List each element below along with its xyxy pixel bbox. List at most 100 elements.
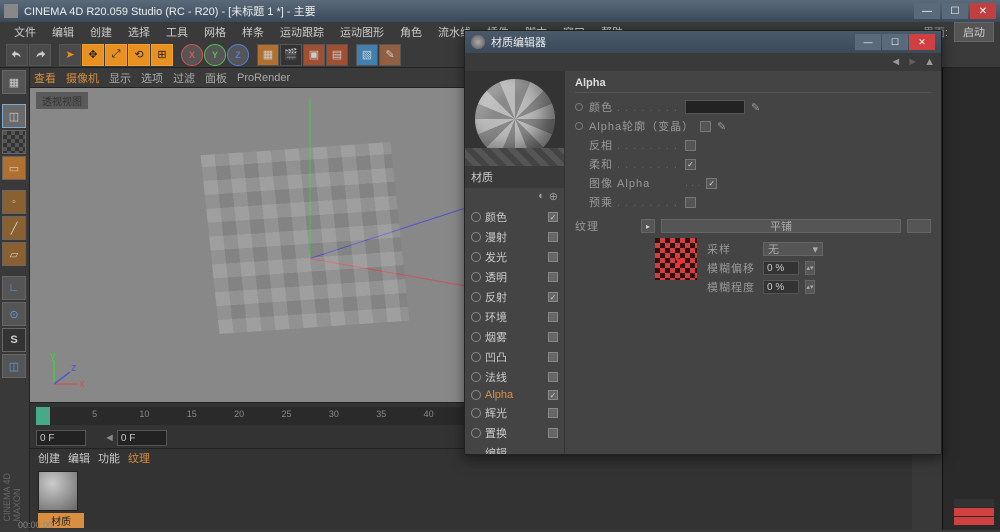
edge-mode-icon[interactable]: ╱: [2, 216, 26, 240]
blur-offset-spinner[interactable]: ▴▾: [805, 261, 815, 275]
menu-7[interactable]: 运动跟踪: [272, 25, 332, 41]
polygon-mode-icon[interactable]: ▱: [2, 242, 26, 266]
recent-tool[interactable]: ⊞: [151, 44, 173, 66]
channel-漫射[interactable]: 漫射: [469, 227, 560, 247]
current-frame-input[interactable]: [36, 430, 86, 446]
rotate-tool[interactable]: ⟲: [128, 44, 150, 66]
channel-checkbox[interactable]: [548, 332, 558, 342]
texture-mode-icon[interactable]: [2, 130, 26, 154]
channel-radio[interactable]: [471, 312, 481, 322]
menu-9[interactable]: 角色: [392, 25, 430, 41]
material-tab-1[interactable]: 编辑: [68, 450, 90, 466]
texture-thumbnail[interactable]: [655, 238, 697, 280]
channel-checkbox[interactable]: [548, 212, 558, 222]
viewport-tab-0[interactable]: 查看: [34, 70, 56, 86]
menu-6[interactable]: 样条: [234, 25, 272, 41]
channel-checkbox[interactable]: [548, 390, 558, 400]
channel-radio[interactable]: [471, 292, 481, 302]
edit-pencil-icon[interactable]: ✎: [751, 101, 760, 114]
primitive-cube[interactable]: ▦: [257, 44, 279, 66]
material-tab-0[interactable]: 创建: [38, 450, 60, 466]
channel-checkbox[interactable]: [548, 352, 558, 362]
menu-5[interactable]: 网格: [196, 25, 234, 41]
point-mode-icon[interactable]: ◦: [2, 190, 26, 214]
channel-Alpha[interactable]: Alpha: [469, 387, 560, 403]
material-tab-3[interactable]: 纹理: [128, 450, 150, 466]
texture-clear-button[interactable]: [907, 219, 931, 233]
menu-0[interactable]: 文件: [6, 25, 44, 41]
channel-烟雾[interactable]: 烟雾: [469, 327, 560, 347]
viewport-tab-2[interactable]: 显示: [109, 70, 131, 86]
soft-checkbox[interactable]: [685, 159, 696, 170]
channel-checkbox[interactable]: [548, 408, 558, 418]
channel-radio[interactable]: [471, 408, 481, 418]
viewport-tab-1[interactable]: 摄像机: [66, 70, 99, 86]
snap-icon[interactable]: S: [2, 328, 26, 352]
viewport-tab-4[interactable]: 过滤: [173, 70, 195, 86]
channel-radio[interactable]: [471, 232, 481, 242]
channel-radio[interactable]: [471, 252, 481, 262]
axis-y-toggle[interactable]: Y: [204, 44, 226, 66]
axis-mode-icon[interactable]: ∟: [2, 276, 26, 300]
axis-z-toggle[interactable]: Z: [227, 44, 249, 66]
channel-radio[interactable]: [471, 428, 481, 438]
clapper-icon[interactable]: 🎬: [280, 44, 302, 66]
invert-checkbox[interactable]: [685, 140, 696, 151]
blur-offset-input[interactable]: [763, 261, 799, 275]
scene-cube[interactable]: [201, 142, 410, 334]
prop-anim-dot[interactable]: [575, 122, 583, 130]
channel-法线[interactable]: 法线: [469, 367, 560, 387]
edit-pencil-icon[interactable]: ✎: [717, 120, 726, 133]
channel-置换[interactable]: 置换: [469, 423, 560, 443]
prop-anim-dot[interactable]: [575, 103, 583, 111]
select-tool[interactable]: ➤: [59, 44, 81, 66]
channel-radio[interactable]: [471, 212, 481, 222]
target-icon[interactable]: ⊕: [549, 190, 558, 203]
channel-checkbox[interactable]: [548, 292, 558, 302]
channel-透明[interactable]: 透明: [469, 267, 560, 287]
image-alpha-checkbox[interactable]: [706, 178, 717, 189]
sample-dropdown[interactable]: 无▾: [763, 242, 823, 256]
lock-icon[interactable]: ◐: [538, 190, 545, 203]
minimize-button[interactable]: —: [914, 3, 940, 19]
channel-辉光[interactable]: 辉光: [469, 403, 560, 423]
channel-checkbox[interactable]: [548, 272, 558, 282]
material-tab-2[interactable]: 功能: [98, 450, 120, 466]
render-settings-icon[interactable]: ▤: [326, 44, 348, 66]
make-editable-icon[interactable]: ▦: [2, 70, 26, 94]
brush-icon[interactable]: ✎: [379, 44, 401, 66]
material-preview[interactable]: [465, 71, 564, 166]
channel-radio[interactable]: [471, 390, 481, 400]
viewport-tab-6[interactable]: ProRender: [237, 72, 290, 84]
scale-tool[interactable]: ⤢: [105, 44, 127, 66]
channel-checkbox[interactable]: [548, 232, 558, 242]
redo-button[interactable]: [29, 44, 51, 66]
channel-checkbox[interactable]: [548, 252, 558, 262]
nav-up-icon[interactable]: ▲: [924, 56, 935, 68]
close-button[interactable]: ✕: [970, 3, 996, 19]
channel-颜色[interactable]: 颜色: [469, 207, 560, 227]
alpha-color-swatch[interactable]: [685, 100, 745, 114]
dialog-minimize-button[interactable]: —: [855, 34, 881, 50]
start-frame-input[interactable]: [117, 430, 167, 446]
premul-checkbox[interactable]: [685, 197, 696, 208]
nav-back-icon[interactable]: ◄: [890, 56, 901, 68]
blur-scale-input[interactable]: [763, 280, 799, 294]
channel-编辑[interactable]: 编辑: [469, 443, 560, 454]
menu-4[interactable]: 工具: [158, 25, 196, 41]
channel-checkbox[interactable]: [548, 428, 558, 438]
texture-bar[interactable]: 平铺: [661, 219, 901, 233]
channel-反射[interactable]: 反射: [469, 287, 560, 307]
move-tool[interactable]: ✥: [82, 44, 104, 66]
blur-scale-spinner[interactable]: ▴▾: [805, 280, 815, 294]
render-icon[interactable]: ▣: [303, 44, 325, 66]
channel-发光[interactable]: 发光: [469, 247, 560, 267]
dialog-maximize-button[interactable]: ☐: [882, 34, 908, 50]
menu-2[interactable]: 创建: [82, 25, 120, 41]
tweak-mode-icon[interactable]: ⊙: [2, 302, 26, 326]
texture-menu-button[interactable]: ▸: [641, 219, 655, 233]
alpha-expr-checkbox[interactable]: [700, 121, 711, 132]
layout-selector[interactable]: 启动: [954, 22, 994, 42]
channel-radio[interactable]: [471, 332, 481, 342]
channel-环境[interactable]: 环境: [469, 307, 560, 327]
